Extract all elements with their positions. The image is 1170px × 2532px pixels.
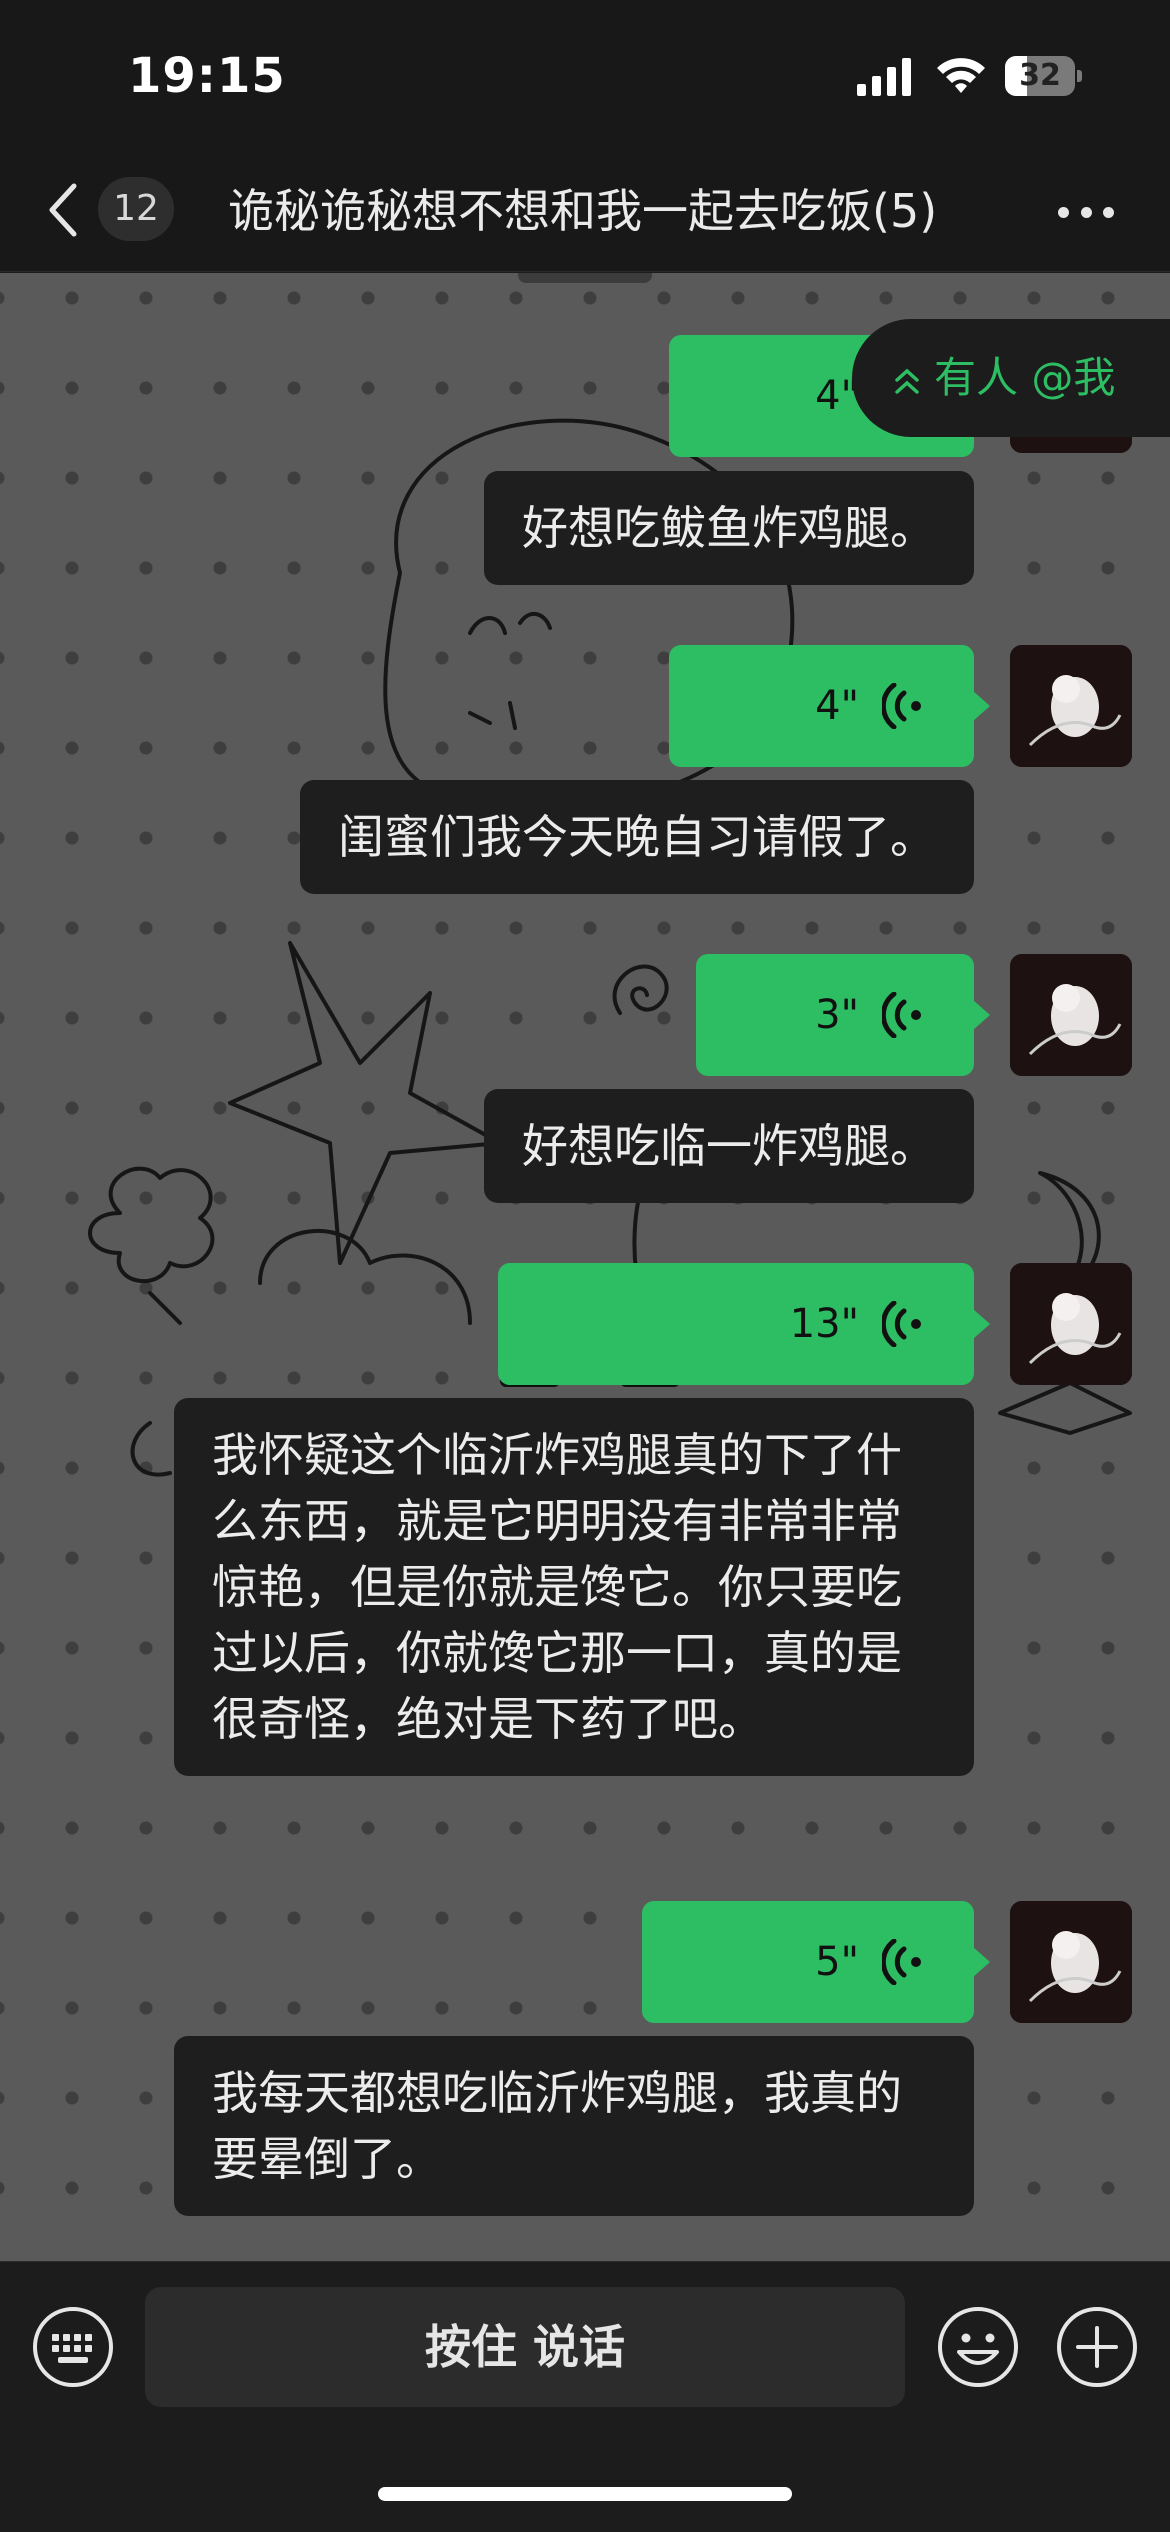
voice-message-bubble[interactable]: 13" <box>498 1263 990 1385</box>
voice-wave-icon <box>882 992 921 1038</box>
voice-message-bubble[interactable]: 5" <box>642 1901 990 2023</box>
voice-wave-icon <box>882 1939 921 1985</box>
home-indicator[interactable] <box>378 2487 792 2501</box>
plus-icon[interactable] <box>1054 2304 1140 2390</box>
cellular-signal-icon <box>857 58 911 96</box>
status-bar: 19:15 32 <box>0 0 1170 150</box>
avatar[interactable] <box>1010 1263 1132 1385</box>
voice-wave-icon <box>882 683 921 729</box>
voice-duration: 13" <box>789 1301 859 1347</box>
chevron-left-icon[interactable] <box>44 180 84 240</box>
mention-label: 有人 @我 <box>934 353 1116 402</box>
double-chevron-up-icon <box>895 368 919 394</box>
voice-wave-icon <box>882 1301 921 1347</box>
voice-transcript: 好想吃临一炸鸡腿。 <box>484 1089 974 1203</box>
mention-banner[interactable]: 有人 @我 <box>852 319 1170 437</box>
voice-duration: 5" <box>815 1939 859 1985</box>
voice-transcript: 我怀疑这个临沂炸鸡腿真的下了什么东西，就是它明明没有非常非常惊艳，但是你就是馋它… <box>174 1398 974 1776</box>
voice-transcript: 我每天都想吃临沂炸鸡腿，我真的要晕倒了。 <box>174 2036 974 2216</box>
voice-message-bubble[interactable]: 4" <box>669 645 990 767</box>
avatar[interactable] <box>1010 954 1132 1076</box>
hold-to-talk-button[interactable]: 按住 说话 <box>145 2287 905 2407</box>
ellipsis-icon[interactable] <box>1058 202 1114 222</box>
wifi-icon <box>937 58 985 93</box>
chat-header: 12 诡秘诡秘想不想和我一起去吃饭(5) <box>0 150 1170 272</box>
battery-level: 32 <box>1019 58 1061 93</box>
voice-transcript: 好想吃鲅鱼炸鸡腿。 <box>484 471 974 585</box>
avatar[interactable] <box>1010 1901 1132 2023</box>
voice-duration: 4" <box>815 373 859 419</box>
status-time: 19:15 <box>128 48 286 104</box>
voice-message-bubble[interactable]: 3" <box>696 954 990 1076</box>
chat-title[interactable]: 诡秘诡秘想不想和我一起去吃饭(5) <box>228 180 1000 242</box>
chat-area[interactable]: 4" 好想吃鲅鱼炸鸡腿。 有人 @我 4" 闺蜜们我今天晚自习请假了。 3" 好… <box>0 273 1170 2261</box>
voice-duration: 4" <box>815 683 859 729</box>
voice-transcript: 闺蜜们我今天晚自习请假了。 <box>300 780 974 894</box>
battery-indicator: 32 <box>1005 56 1082 96</box>
avatar[interactable] <box>1010 645 1132 767</box>
keyboard-icon[interactable] <box>30 2304 116 2390</box>
emoji-icon[interactable] <box>935 2304 1021 2390</box>
unread-count-badge[interactable]: 12 <box>98 177 174 241</box>
voice-duration: 3" <box>815 992 859 1038</box>
